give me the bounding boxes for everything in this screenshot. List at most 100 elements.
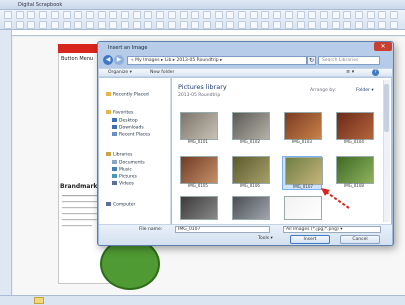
toolbar-tool-button[interactable] [261, 11, 270, 19]
toolbar-tool-button[interactable] [27, 11, 36, 19]
toolbar-tool-button[interactable] [296, 20, 305, 29]
toolbar-tool-button[interactable] [167, 20, 176, 29]
toolbar-tool-button[interactable] [144, 20, 153, 29]
toolbar-tool-button[interactable] [97, 11, 106, 19]
toolbar-tool-button[interactable] [238, 11, 246, 19]
toolbar-tool-button[interactable] [308, 11, 317, 19]
toolbar-tool-button[interactable] [390, 20, 399, 29]
nav-item[interactable]: Recent Places [112, 132, 150, 138]
toolbar-tool-button[interactable] [74, 20, 83, 29]
toolbar-tool-button[interactable] [109, 11, 118, 19]
cancel-button[interactable]: Cancel [340, 235, 380, 244]
toolbar-tool-button[interactable] [62, 11, 71, 19]
toolbar-tool-button[interactable] [331, 20, 340, 29]
nav-item[interactable]: Libraries [106, 152, 132, 158]
new-folder-button[interactable]: New folder [150, 69, 174, 76]
file-type-select[interactable]: All Images (*.jpg;*.png) ▾ [283, 226, 381, 233]
toolbar-tool-button[interactable] [202, 20, 211, 29]
help-icon[interactable]: ? [372, 69, 379, 76]
toolbar-tool-button[interactable] [331, 11, 340, 19]
insert-button[interactable]: Insert [290, 235, 330, 244]
toolbar-tool-button[interactable] [4, 11, 12, 19]
toolbar-tool-button[interactable] [109, 20, 118, 29]
toolbar-tool-button[interactable] [132, 11, 141, 19]
nav-item[interactable]: Pictures [112, 174, 137, 180]
toolbar-tool-button[interactable] [191, 20, 200, 29]
toolbar-tool-button[interactable] [355, 11, 363, 19]
image-thumbnail[interactable] [230, 196, 270, 220]
toolbar-tool-button[interactable] [366, 11, 375, 19]
tools-button[interactable]: Tools ▾ [258, 236, 273, 241]
nav-item[interactable]: Documents [112, 160, 145, 166]
toolbar-tool-button[interactable] [238, 20, 246, 29]
image-thumbnail[interactable]: IMG_0105 [178, 156, 218, 190]
toolbar-tool-button[interactable] [355, 20, 363, 29]
nav-item[interactable]: Downloads [112, 125, 144, 131]
image-thumbnail[interactable] [178, 196, 218, 220]
image-thumbnail[interactable]: IMG_0108 [334, 156, 374, 190]
toolbar-tool-button[interactable] [273, 20, 282, 29]
toolbar-tool-button[interactable] [121, 11, 129, 19]
nav-item[interactable]: Recently Placed [106, 92, 149, 98]
folder-icon[interactable] [34, 297, 44, 304]
toolbar-tool-button[interactable] [144, 11, 153, 19]
toolbar-tool-button[interactable] [214, 20, 223, 29]
toolbar-tool-button[interactable] [366, 20, 375, 29]
refresh-icon[interactable]: ↻ [307, 56, 316, 65]
nav-item[interactable]: Music [112, 167, 132, 173]
toolbar-tool-button[interactable] [226, 20, 235, 29]
image-thumbnail[interactable]: IMG_0103 [282, 112, 322, 146]
toolbar-tool-button[interactable] [167, 11, 176, 19]
toolbar-tool-button[interactable] [378, 11, 387, 19]
nav-item[interactable]: Desktop [112, 118, 138, 124]
toolbar-tool-button[interactable] [27, 20, 36, 29]
toolbar-tool-button[interactable] [249, 20, 258, 29]
toolbar-tool-button[interactable] [284, 11, 293, 19]
image-thumbnail[interactable]: IMG_0101 [178, 112, 218, 146]
search-input[interactable]: Search Libraries [318, 56, 380, 65]
toolbar-tool-button[interactable] [132, 20, 141, 29]
view-options-button[interactable]: ≡ ▾ [346, 69, 354, 76]
toolbar-tool-button[interactable] [343, 11, 352, 19]
toolbar-tool-button[interactable] [214, 11, 223, 19]
close-button[interactable]: ✕ [374, 42, 392, 51]
organize-button[interactable]: Organize ▾ [108, 69, 132, 76]
image-thumbnail[interactable]: IMG_0106 [230, 156, 270, 190]
toolbar-tool-button[interactable] [4, 20, 12, 29]
toolbar-tool-button[interactable] [308, 20, 317, 29]
scrollbar-thumb[interactable] [384, 84, 389, 132]
toolbar-tool-button[interactable] [319, 20, 328, 29]
toolbar-tool-button[interactable] [319, 11, 328, 19]
toolbar-tool-button[interactable] [74, 11, 83, 19]
image-thumbnail[interactable] [282, 196, 322, 220]
toolbar-tool-button[interactable] [62, 20, 71, 29]
toolbar-tool-button[interactable] [179, 11, 188, 19]
image-thumbnail[interactable]: IMG_0102 [230, 112, 270, 146]
image-thumbnail[interactable]: IMG_0104 [334, 112, 374, 146]
toolbar-tool-button[interactable] [39, 11, 48, 19]
toolbar-tool-button[interactable] [343, 20, 352, 29]
toolbar-tool-button[interactable] [50, 11, 59, 19]
toolbar-tool-button[interactable] [378, 20, 387, 29]
toolbar-tool-button[interactable] [273, 11, 282, 19]
toolbar-tool-button[interactable] [39, 20, 48, 29]
toolbar-tool-button[interactable] [390, 11, 399, 19]
arrange-by-dropdown[interactable]: Folder ▾ [356, 88, 374, 93]
toolbar-tool-button[interactable] [50, 20, 59, 29]
toolbar-tool-button[interactable] [121, 20, 129, 29]
toolbar-tool-button[interactable] [156, 11, 165, 19]
toolbar-tool-button[interactable] [85, 11, 94, 19]
toolbar-tool-button[interactable] [296, 11, 305, 19]
back-arrow-icon[interactable]: ◀ [103, 55, 113, 65]
toolbar-tool-button[interactable] [15, 20, 24, 29]
toolbar-tool-button[interactable] [179, 20, 188, 29]
nav-item[interactable]: Favorites [106, 110, 133, 116]
toolbar-tool-button[interactable] [97, 20, 106, 29]
nav-item[interactable]: Computer [106, 202, 135, 208]
toolbar-tool-button[interactable] [249, 11, 258, 19]
toolbar-tool-button[interactable] [15, 11, 24, 19]
toolbar-tool-button[interactable] [226, 11, 235, 19]
toolbar-tool-button[interactable] [261, 20, 270, 29]
nav-item[interactable]: Videos [112, 181, 134, 187]
toolbar-tool-button[interactable] [85, 20, 94, 29]
